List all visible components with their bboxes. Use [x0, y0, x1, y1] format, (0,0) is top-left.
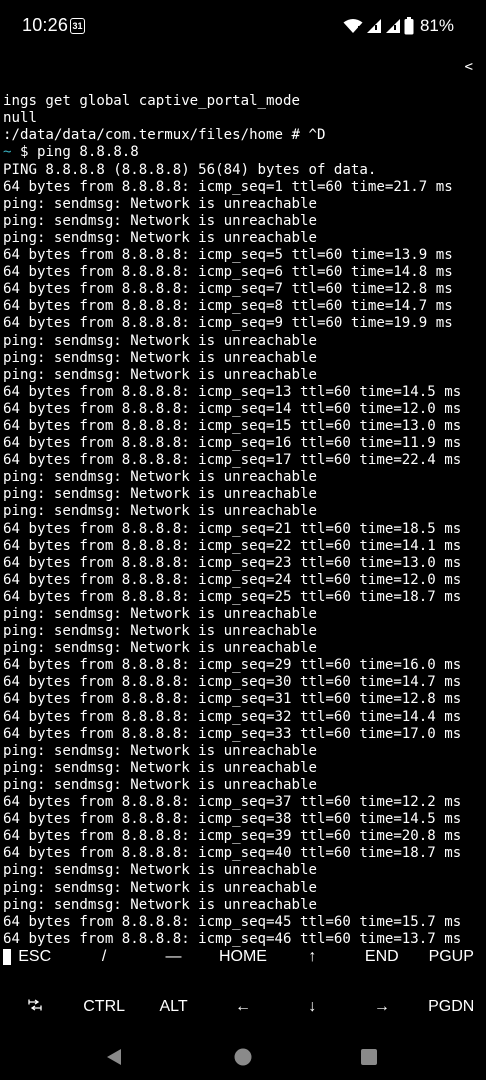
tab-icon	[28, 998, 42, 1016]
key-dash[interactable]: —	[139, 932, 208, 982]
terminal-line: 64 bytes from 8.8.8.8: icmp_seq=32 ttl=6…	[3, 708, 462, 725]
terminal-line: ping: sendmsg: Network is unreachable	[3, 486, 317, 503]
wifi-icon	[343, 18, 363, 34]
terminal-line: ping: sendmsg: Network is unreachable	[3, 349, 317, 366]
key-end[interactable]: END	[347, 932, 416, 982]
terminal-line: ping: sendmsg: Network is unreachable	[3, 742, 317, 759]
terminal-line: 64 bytes from 8.8.8.8: icmp_seq=23 ttl=6…	[3, 554, 462, 571]
status-time: 10:26	[22, 15, 69, 35]
extra-keys-row-2: CTRL ALT ← ↓ → PGDN	[0, 982, 486, 1032]
recents-icon[interactable]	[354, 1042, 384, 1072]
terminal-line: PING 8.8.8.8 (8.8.8.8) 56(84) bytes of d…	[3, 161, 377, 178]
key-esc[interactable]: ESC	[0, 932, 69, 982]
terminal-line: ping: sendmsg: Network is unreachable	[3, 332, 317, 349]
extra-keys-row-1: ESC / — HOME ↑ END PGUP	[0, 932, 486, 982]
battery-percent: 81%	[419, 16, 454, 35]
terminal-line: 64 bytes from 8.8.8.8: icmp_seq=6 ttl=60…	[3, 264, 453, 281]
terminal-line: ping: sendmsg: Network is unreachable	[3, 759, 317, 776]
terminal-line: 64 bytes from 8.8.8.8: icmp_seq=21 ttl=6…	[3, 520, 462, 537]
key-slash[interactable]: /	[69, 932, 138, 982]
terminal-line: 64 bytes from 8.8.8.8: icmp_seq=14 ttl=6…	[3, 400, 462, 417]
terminal-output[interactable]: < ings get global captive_portal_mode nul…	[3, 59, 486, 965]
tab-key[interactable]	[0, 982, 69, 1032]
key-pgup[interactable]: PGUP	[417, 932, 486, 982]
terminal-line: 64 bytes from 8.8.8.8: icmp_seq=45 ttl=6…	[3, 913, 462, 930]
terminal-line: 64 bytes from 8.8.8.8: icmp_seq=25 ttl=6…	[3, 588, 462, 605]
line-truncation-marker: <	[464, 59, 474, 75]
terminal-line: 64 bytes from 8.8.8.8: icmp_seq=8 ttl=60…	[3, 298, 453, 315]
terminal-line: 64 bytes from 8.8.8.8: icmp_seq=9 ttl=60…	[3, 315, 453, 332]
terminal-line: ~ $ ping 8.8.8.8	[3, 144, 486, 161]
terminal-line: ping: sendmsg: Network is unreachable	[3, 469, 317, 486]
navigation-bar	[0, 1034, 486, 1080]
terminal-line: ings get global captive_portal_mode	[3, 93, 300, 110]
key-right[interactable]: →	[347, 982, 416, 1032]
status-icons: 81%	[343, 14, 454, 38]
terminal-line: 64 bytes from 8.8.8.8: icmp_seq=7 ttl=60…	[3, 281, 453, 298]
terminal-line: ping: sendmsg: Network is unreachable	[3, 640, 317, 657]
terminal-line: ping: sendmsg: Network is unreachable	[3, 229, 317, 246]
terminal-line: ping: sendmsg: Network is unreachable	[3, 606, 317, 622]
terminal-line: 64 bytes from 8.8.8.8: icmp_seq=40 ttl=6…	[3, 845, 462, 862]
terminal-line: 64 bytes from 8.8.8.8: icmp_seq=13 ttl=6…	[3, 383, 462, 400]
key-up[interactable]: ↑	[278, 932, 347, 982]
terminal-line: 64 bytes from 8.8.8.8: icmp_seq=33 ttl=6…	[3, 725, 462, 742]
prompt-tilde: ~	[3, 144, 12, 161]
terminal-line: ping: sendmsg: Network is unreachable	[3, 879, 317, 896]
terminal-line: ping: sendmsg: Network is unreachable	[3, 212, 317, 229]
key-ctrl[interactable]: CTRL	[69, 982, 138, 1032]
terminal-line: 64 bytes from 8.8.8.8: icmp_seq=17 ttl=6…	[3, 452, 462, 469]
home-icon[interactable]	[228, 1042, 258, 1072]
key-alt[interactable]: ALT	[139, 982, 208, 1032]
key-pgdn[interactable]: PGDN	[417, 982, 486, 1032]
terminal-line: 64 bytes from 8.8.8.8: icmp_seq=39 ttl=6…	[3, 828, 462, 845]
terminal-line: 64 bytes from 8.8.8.8: icmp_seq=29 ttl=6…	[3, 657, 462, 674]
terminal-line: 64 bytes from 8.8.8.8: icmp_seq=1 ttl=60…	[3, 178, 453, 195]
terminal-line: ping: sendmsg: Network is unreachable	[3, 195, 317, 212]
terminal-line: 64 bytes from 8.8.8.8: icmp_seq=15 ttl=6…	[3, 417, 462, 434]
signal-icon	[366, 18, 382, 34]
terminal-line: 64 bytes from 8.8.8.8: icmp_seq=16 ttl=6…	[3, 435, 462, 452]
status-bar: 10:26 31 81%	[0, 0, 486, 54]
terminal-line: 64 bytes from 8.8.8.8: icmp_seq=31 ttl=6…	[3, 691, 462, 708]
terminal-line: 64 bytes from 8.8.8.8: icmp_seq=24 ttl=6…	[3, 571, 462, 588]
terminal-line: 64 bytes from 8.8.8.8: icmp_seq=37 ttl=6…	[3, 794, 462, 811]
terminal-line: null	[3, 110, 37, 127]
terminal-line: 64 bytes from 8.8.8.8: icmp_seq=22 ttl=6…	[3, 537, 462, 554]
calendar-icon: 31	[70, 18, 85, 34]
key-down[interactable]: ↓	[278, 982, 347, 1032]
prompt-command: $ ping 8.8.8.8	[11, 144, 139, 161]
terminal-line: 64 bytes from 8.8.8.8: icmp_seq=5 ttl=60…	[3, 247, 453, 264]
extra-keys-bar: ESC / — HOME ↑ END PGUP CTRL ALT ← ↓ → PGDN	[0, 932, 486, 1034]
terminal-line: ping: sendmsg: Network is unreachable	[3, 862, 317, 879]
terminal-line: 64 bytes from 8.8.8.8: icmp_seq=38 ttl=6…	[3, 811, 462, 828]
terminal-line: ping: sendmsg: Network is unreachable	[3, 623, 317, 640]
back-icon[interactable]	[99, 1042, 129, 1072]
terminal-line: ping: sendmsg: Network is unreachable	[3, 366, 317, 383]
key-left[interactable]: ←	[208, 982, 277, 1032]
terminal-line: ping: sendmsg: Network is unreachable	[3, 896, 317, 913]
signal-icon	[385, 18, 401, 34]
key-home[interactable]: HOME	[208, 932, 277, 982]
terminal-line: ping: sendmsg: Network is unreachable	[3, 503, 317, 520]
terminal-line: 64 bytes from 8.8.8.8: icmp_seq=30 ttl=6…	[3, 674, 462, 691]
terminal-line: ping: sendmsg: Network is unreachable	[3, 776, 317, 793]
terminal-line: :/data/data/com.termux/files/home # ^D	[3, 127, 326, 144]
battery-icon	[404, 17, 414, 35]
